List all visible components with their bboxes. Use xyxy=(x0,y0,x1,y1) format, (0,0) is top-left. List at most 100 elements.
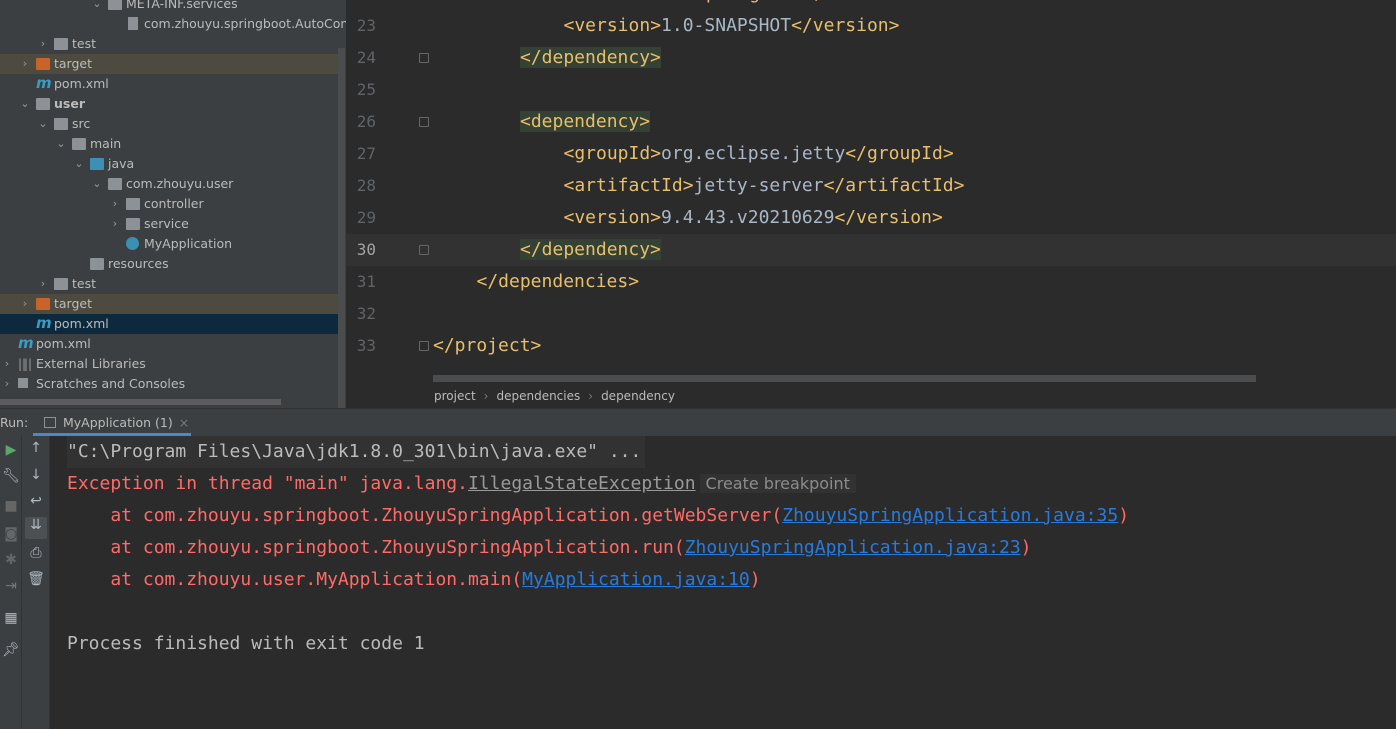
chevron-right-icon[interactable]: › xyxy=(36,274,50,294)
folder-icon xyxy=(54,278,68,290)
tree-item[interactable]: m pom.xml xyxy=(0,74,338,94)
tree-horizontal-scrollbar[interactable] xyxy=(0,399,281,405)
debug-icon[interactable]: ✱ xyxy=(0,552,22,568)
console-output[interactable]: "C:\Program Files\Java\jdk1.8.0_301\bin\… xyxy=(50,436,1396,729)
rerun-icon[interactable]: ▶ xyxy=(0,442,22,458)
chevron-right-icon[interactable]: › xyxy=(108,214,122,234)
down-arrow-icon[interactable]: ↓ xyxy=(25,467,47,483)
line-number: 24 xyxy=(356,48,376,67)
run-toolbar-left: ▶ 🔧︎ ■ ◙ ✱ ⇥ ▦ 📌︎ xyxy=(0,436,22,729)
source-link[interactable]: MyApplication.java:10 xyxy=(522,569,750,590)
tree-item[interactable]: ⌄ src xyxy=(0,114,338,134)
run-toolwindow-header: Run: MyApplication (1) × xyxy=(0,408,1396,436)
fold-marker-icon[interactable] xyxy=(419,117,429,127)
tree-item[interactable]: ⌄ META-INF.services xyxy=(0,0,338,14)
up-arrow-icon[interactable]: ↑ xyxy=(25,440,47,456)
chevron-down-icon[interactable]: ⌄ xyxy=(72,154,86,174)
chevron-right-icon[interactable]: › xyxy=(0,354,14,374)
editor-horizontal-scrollbar[interactable] xyxy=(433,375,1256,382)
source-link[interactable]: ZhouyuSpringApplication.java:23 xyxy=(685,537,1021,558)
tree-item[interactable]: › Scratches and Consoles xyxy=(0,374,338,394)
tree-item-label: pom.xml xyxy=(36,336,91,351)
stack-frame-text: at com.zhouyu.user.MyApplication.main( xyxy=(67,569,523,590)
chevron-down-icon[interactable]: ⌄ xyxy=(90,174,104,194)
maven-icon: m xyxy=(36,74,52,92)
fold-marker-icon[interactable] xyxy=(419,53,429,63)
exception-class-link[interactable]: IllegalStateException xyxy=(468,473,696,494)
tree-item-label: test xyxy=(72,36,97,51)
tree-item[interactable]: resources xyxy=(0,254,338,274)
code-line: </dependencies> xyxy=(477,266,640,298)
file-icon xyxy=(128,17,138,30)
chevron-right-icon[interactable]: › xyxy=(36,34,50,54)
tree-item[interactable]: › |‖| External Libraries xyxy=(0,354,338,374)
line-number: 26 xyxy=(356,112,376,131)
exception-text: Exception in thread "main" java.lang. xyxy=(67,473,468,494)
fold-marker-icon[interactable] xyxy=(419,245,429,255)
soft-wrap-icon[interactable]: ↩ xyxy=(25,493,47,509)
chevron-down-icon[interactable]: ⌄ xyxy=(18,94,32,114)
close-tab-icon[interactable]: × xyxy=(179,415,189,430)
stack-frame: at com.zhouyu.springboot.ZhouyuSpringApp… xyxy=(67,500,1129,532)
chevron-right-icon[interactable]: › xyxy=(108,194,122,214)
xml-text: org.eclipse.jetty xyxy=(661,143,846,164)
chevron-down-icon[interactable]: ⌄ xyxy=(36,114,50,134)
tab-myapplication[interactable]: MyApplication (1) × xyxy=(33,409,191,436)
layout-icon[interactable]: ▦ xyxy=(0,610,22,626)
chevron-right-icon[interactable]: › xyxy=(18,54,32,74)
chevron-right-icon[interactable]: › xyxy=(0,374,14,394)
tree-item[interactable]: ⌄ com.zhouyu.user xyxy=(0,174,338,194)
scratches-icon xyxy=(18,378,28,388)
scroll-to-end-icon[interactable]: ⇊ xyxy=(25,517,47,539)
tree-item-label: MyApplication xyxy=(144,236,233,251)
xml-tag: <version> xyxy=(563,15,662,36)
chevron-down-icon[interactable]: ⌄ xyxy=(54,134,68,154)
xml-tag: </version> xyxy=(834,207,943,228)
line-number: 31 xyxy=(356,272,376,291)
chevron-down-icon[interactable]: ⌄ xyxy=(90,0,104,14)
exit-icon[interactable]: ⇥ xyxy=(0,578,22,594)
tree-item[interactable]: › target xyxy=(0,294,338,314)
code-editor[interactable]: <artifactId>springboot</artifactId> 23 <ve… xyxy=(346,0,1396,408)
pin-icon[interactable]: 📌︎ xyxy=(0,642,22,658)
breadcrumb-dependencies[interactable]: dependencies xyxy=(496,389,580,403)
fold-marker-icon[interactable] xyxy=(419,341,429,351)
stop-icon[interactable]: ■ xyxy=(0,498,22,514)
camera-icon[interactable]: ◙ xyxy=(0,526,22,542)
tree-item-label: target xyxy=(54,296,93,311)
tree-item-label: Scratches and Consoles xyxy=(36,376,186,391)
tree-item-label: user xyxy=(54,96,85,111)
tree-item[interactable]: m pom.xml xyxy=(0,314,338,334)
tree-item[interactable]: › target xyxy=(0,54,338,74)
current-line-highlight xyxy=(346,234,1396,266)
tree-item[interactable]: › test xyxy=(0,274,338,294)
class-icon xyxy=(126,237,139,250)
folder-icon xyxy=(126,218,140,230)
tree-item[interactable]: m pom.xml xyxy=(0,334,338,354)
print-icon[interactable]: ⎙ xyxy=(25,545,47,561)
line-number: 29 xyxy=(356,208,376,227)
tree-item[interactable]: ⌄ main xyxy=(0,134,338,154)
console-icon xyxy=(44,417,56,428)
tree-item[interactable]: ⌄ user xyxy=(0,94,338,114)
tree-item-label: controller xyxy=(144,196,204,211)
tree-item[interactable]: com.zhouyu.springboot.AutoConfig xyxy=(0,14,346,34)
xml-tag: </groupId> xyxy=(845,143,954,164)
breadcrumb-dependency[interactable]: dependency xyxy=(601,389,675,403)
tree-item[interactable]: › test xyxy=(0,34,338,54)
breadcrumb-project[interactable]: project xyxy=(434,389,476,403)
line-number: 25 xyxy=(356,80,376,99)
tab-label: MyApplication (1) xyxy=(63,415,173,430)
create-breakpoint-button[interactable]: Create breakpoint xyxy=(699,474,856,493)
tree-item[interactable]: › controller xyxy=(0,194,338,214)
line-number: 28 xyxy=(356,176,376,195)
trash-icon[interactable]: 🗑︎ xyxy=(25,571,47,587)
tree-item[interactable]: › service xyxy=(0,214,338,234)
tree-item[interactable]: MyApplication xyxy=(0,234,338,254)
xml-tag: </dependency> xyxy=(520,47,661,68)
chevron-right-icon[interactable]: › xyxy=(18,294,32,314)
source-link[interactable]: ZhouyuSpringApplication.java:35 xyxy=(782,505,1118,526)
tree-vertical-scrollbar[interactable] xyxy=(338,48,345,408)
tree-item[interactable]: ⌄ java xyxy=(0,154,338,174)
wrench-icon[interactable]: 🔧︎ xyxy=(0,468,22,484)
